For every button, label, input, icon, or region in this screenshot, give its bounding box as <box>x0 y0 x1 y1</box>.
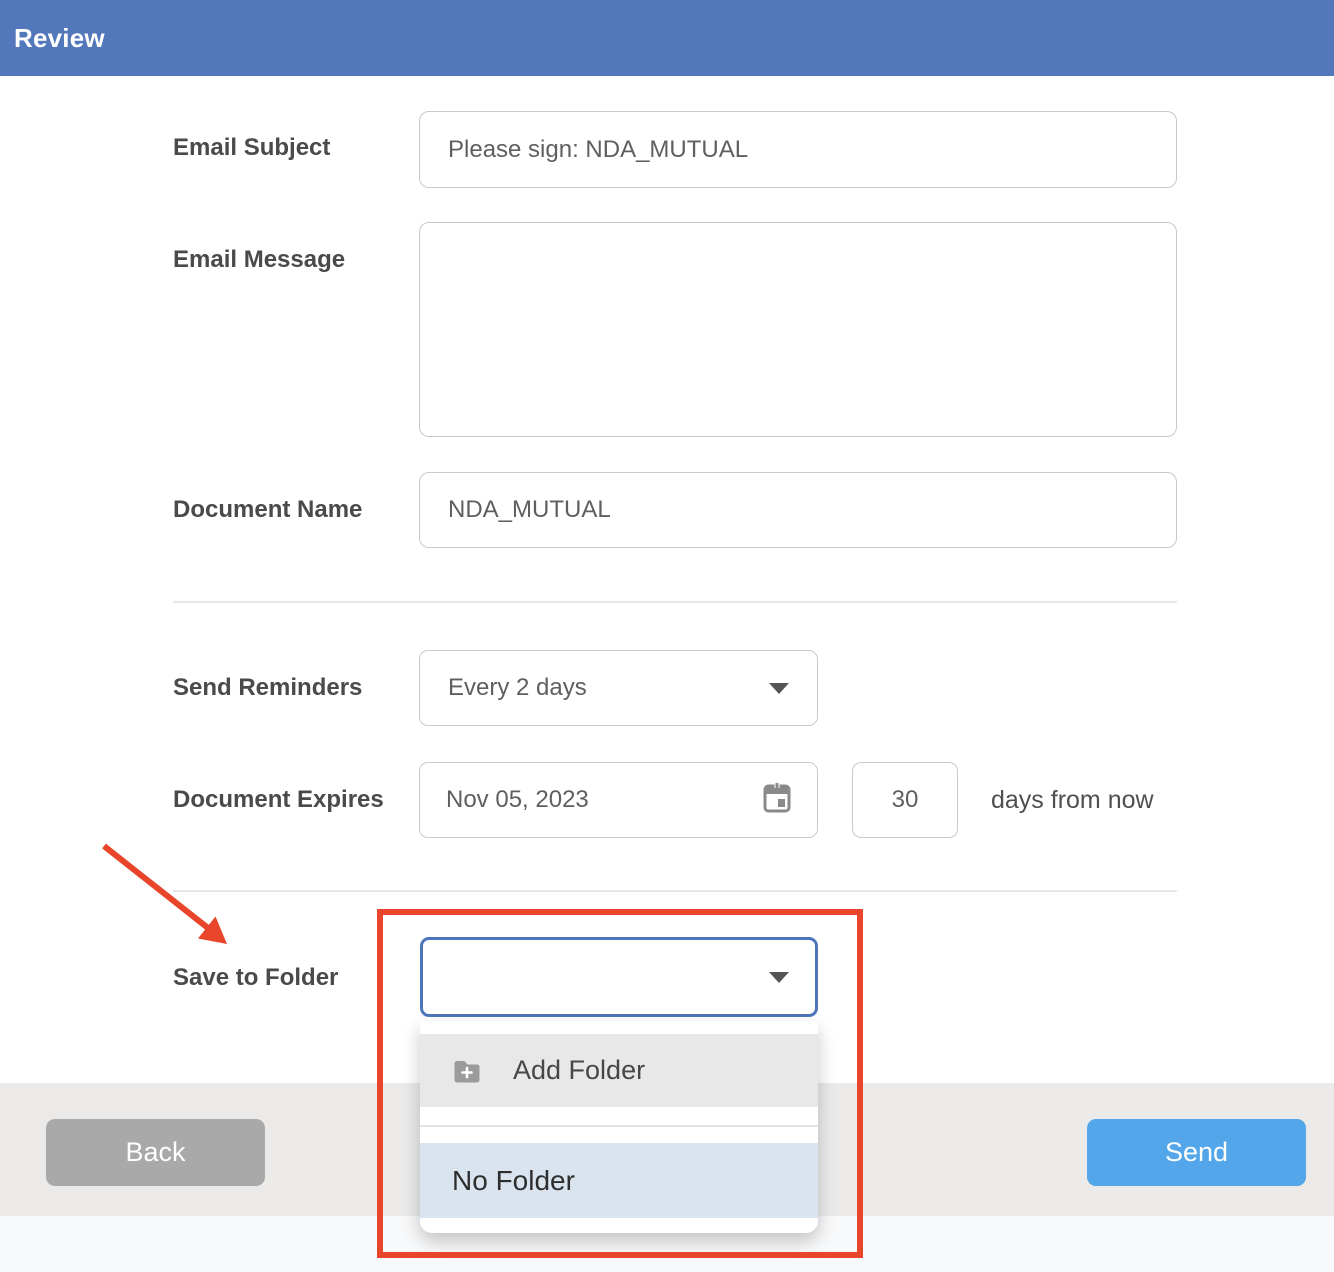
folder-dropdown-menu: Add Folder No Folder <box>420 1021 818 1233</box>
menu-item-add-folder[interactable]: Add Folder <box>420 1034 818 1107</box>
send-button[interactable]: Send <box>1087 1119 1306 1186</box>
document-name-input[interactable] <box>419 472 1177 548</box>
menu-divider <box>420 1125 818 1127</box>
section-divider <box>173 601 1177 603</box>
document-name-label: Document Name <box>173 496 362 524</box>
send-reminders-select[interactable]: Every 2 days <box>419 650 818 726</box>
back-button[interactable]: Back <box>46 1119 265 1186</box>
expire-date-value: Nov 05, 2023 <box>446 786 589 814</box>
email-message-input[interactable] <box>419 222 1177 437</box>
email-subject-label: Email Subject <box>173 134 330 162</box>
email-message-label: Email Message <box>173 246 345 274</box>
review-dialog: Review Email Subject Email Message Docum… <box>0 0 1334 1272</box>
expire-days-input[interactable] <box>852 762 958 838</box>
menu-item-label: Add Folder <box>513 1055 645 1086</box>
save-to-folder-select[interactable] <box>420 937 818 1017</box>
chevron-down-icon <box>769 972 789 983</box>
page-title: Review <box>14 23 105 54</box>
document-expires-label: Document Expires <box>173 786 384 814</box>
folder-plus-icon <box>453 1059 481 1083</box>
section-divider-2 <box>173 890 1177 892</box>
email-subject-input[interactable] <box>419 111 1177 188</box>
menu-item-label: No Folder <box>452 1165 575 1197</box>
send-reminders-value: Every 2 days <box>448 674 587 702</box>
save-to-folder-label: Save to Folder <box>173 964 338 992</box>
header-bar: Review <box>0 0 1334 76</box>
expire-days-suffix: days from now <box>991 786 1154 815</box>
menu-item-no-folder[interactable]: No Folder <box>420 1143 818 1218</box>
calendar-icon <box>763 781 791 820</box>
send-reminders-label: Send Reminders <box>173 674 362 702</box>
chevron-down-icon <box>769 683 789 694</box>
expire-date-picker[interactable]: Nov 05, 2023 <box>419 762 818 838</box>
